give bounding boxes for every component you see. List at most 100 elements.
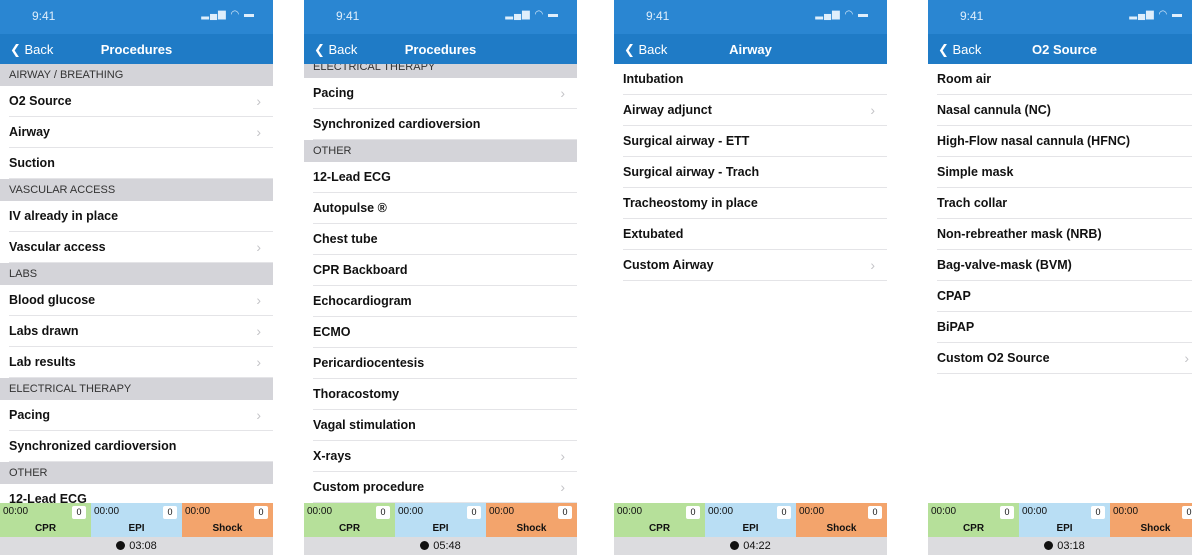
list-item-label: Simple mask — [937, 165, 1014, 179]
clock-icon — [116, 541, 126, 550]
cpr-label: CPR — [962, 523, 985, 534]
list-item-custom-o2-source[interactable]: Custom O2 Source › — [937, 343, 1192, 374]
counter-bar: 00:00 0 CPR 00:00 0 EPI 00:00 0 Shock — [614, 503, 887, 537]
page-title: Procedures — [404, 42, 477, 57]
cpr-label: CPR — [338, 523, 361, 534]
list-item-blood-glucose[interactable]: Blood glucose › — [9, 285, 273, 316]
epi-counter-button[interactable]: 00:00 0 EPI — [705, 503, 796, 537]
procedure-list: Room air Nasal cannula (NC) High-Flow nasa… — [928, 64, 1192, 503]
list-item-label: Synchronized cardioversion — [9, 439, 177, 453]
list-item-suction[interactable]: Suction — [9, 148, 273, 179]
epi-timer: 00:00 — [1022, 506, 1048, 517]
list-item-tracheostomy-in-place[interactable]: Tracheostomy in place — [623, 188, 887, 219]
list-item-lab-results[interactable]: Lab results › — [9, 347, 273, 378]
list-item-label: CPR Backboard — [313, 263, 408, 277]
list-item-cpr-backboard[interactable]: CPR Backboard — [313, 255, 577, 286]
elapsed-timer-bar: 04:22 — [614, 537, 887, 555]
list-item-intubation[interactable]: Intubation — [623, 64, 887, 95]
shock-counter-button[interactable]: 00:00 0 Shock — [1110, 503, 1192, 537]
list-item-vagal-stimulation[interactable]: Vagal stimulation — [313, 410, 577, 441]
list-item-iv-already-in-place[interactable]: IV already in place — [9, 201, 273, 232]
list-item-12-lead-ecg[interactable]: 12-Lead ECG — [313, 162, 577, 193]
status-time: 9:41 — [32, 9, 56, 23]
cpr-counter-button[interactable]: 00:00 0 CPR — [304, 503, 395, 537]
list-item-extubated[interactable]: Extubated — [623, 219, 887, 250]
list-item-airway[interactable]: Airway › — [9, 117, 273, 148]
epi-label: EPI — [128, 523, 145, 534]
elapsed-time: 03:18 — [1057, 540, 1085, 552]
phone-screen-procedures-2: 9:41 ▂▄▆ ◠ ▬ ❮ Back Procedures ELECTRICAL TH… — [304, 0, 577, 555]
list-item-label: Chest tube — [313, 232, 378, 246]
list-item-pericardiocentesis[interactable]: Pericardiocentesis — [313, 348, 577, 379]
shock-label: Shock — [826, 523, 857, 534]
section-header-vascular-access: VASCULAR ACCESS — [0, 179, 273, 201]
list-item-thoracostomy[interactable]: Thoracostomy — [313, 379, 577, 410]
list-item-vascular-access[interactable]: Vascular access › — [9, 232, 273, 263]
list-item-high-flow-nasal-cannula-hfnc[interactable]: High-Flow nasal cannula (HFNC) — [937, 126, 1192, 157]
shock-counter-button[interactable]: 00:00 0 Shock — [182, 503, 273, 537]
section-header-other: OTHER — [0, 462, 273, 484]
list-item-12-lead-ecg[interactable]: 12-Lead ECG — [9, 484, 273, 503]
list-item-pacing[interactable]: Pacing › — [313, 78, 577, 109]
list-item-autopulse[interactable]: Autopulse ® — [313, 193, 577, 224]
list-item-trach-collar[interactable]: Trach collar — [937, 188, 1192, 219]
list-item-surgical-airway-trach[interactable]: Surgical airway - Trach — [623, 157, 887, 188]
cpr-counter-button[interactable]: 00:00 0 CPR — [0, 503, 91, 537]
list-item-labs-drawn[interactable]: Labs drawn › — [9, 316, 273, 347]
list-item-synchronized-cardioversion[interactable]: Synchronized cardioversion — [9, 431, 273, 462]
list-item-custom-procedure[interactable]: Custom procedure › — [313, 472, 577, 503]
cpr-count-badge: 0 — [72, 506, 86, 519]
list-item-label: 12-Lead ECG — [313, 170, 391, 184]
list-item-room-air[interactable]: Room air — [937, 64, 1192, 95]
cpr-timer: 00:00 — [307, 506, 333, 517]
list-item-custom-airway[interactable]: Custom Airway › — [623, 250, 887, 281]
list-item-o2-source[interactable]: O2 Source › — [9, 86, 273, 117]
list-item-non-rebreather-mask-nrb[interactable]: Non-rebreather mask (NRB) — [937, 219, 1192, 250]
list-item-label: X-rays — [313, 449, 352, 463]
cpr-counter-button[interactable]: 00:00 0 CPR — [614, 503, 705, 537]
list-item-echocardiogram[interactable]: Echocardiogram — [313, 286, 577, 317]
nav-bar: ❮ Back O2 Source — [928, 34, 1192, 64]
epi-counter-button[interactable]: 00:00 0 EPI — [395, 503, 486, 537]
status-bar: 9:41 ▂▄▆ ◠ ▬ — [0, 0, 273, 34]
chevron-right-icon: › — [1184, 350, 1189, 366]
page-title: Procedures — [100, 42, 173, 57]
section-header-electrical-therapy: ELECTRICAL THERAPY — [0, 378, 273, 400]
list-item-chest-tube[interactable]: Chest tube — [313, 224, 577, 255]
list-item-synchronized-cardioversion[interactable]: Synchronized cardioversion — [313, 109, 577, 140]
status-bar: 9:41 ▂▄▆ ◠ ▬ — [614, 0, 887, 34]
cpr-counter-button[interactable]: 00:00 0 CPR — [928, 503, 1019, 537]
chevron-right-icon: › — [870, 102, 875, 118]
list-item-cpap[interactable]: CPAP — [937, 281, 1192, 312]
list-item-nasal-cannula-nc[interactable]: Nasal cannula (NC) — [937, 95, 1192, 126]
epi-counter-button[interactable]: 00:00 0 EPI — [91, 503, 182, 537]
list-item-label: High-Flow nasal cannula (HFNC) — [937, 134, 1131, 148]
page-title: Airway — [729, 42, 772, 57]
list-item-label: Non-rebreather mask (NRB) — [937, 227, 1102, 241]
epi-counter-button[interactable]: 00:00 0 EPI — [1019, 503, 1110, 537]
shock-counter-button[interactable]: 00:00 0 Shock — [486, 503, 577, 537]
list-item-simple-mask[interactable]: Simple mask — [937, 157, 1192, 188]
nav-bar: ❮ Back Procedures — [0, 34, 273, 64]
list-item-bag-valve-mask-bvm[interactable]: Bag-valve-mask (BVM) — [937, 250, 1192, 281]
nav-bar: ❮ Back Procedures — [304, 34, 577, 64]
chevron-right-icon: › — [256, 124, 261, 140]
chevron-right-icon: › — [256, 93, 261, 109]
elapsed-timer-bar: 05:48 — [304, 537, 577, 555]
list-item-label: Autopulse ® — [313, 201, 387, 215]
elapsed-time: 04:22 — [743, 540, 771, 552]
chevron-right-icon: › — [560, 448, 565, 464]
shock-counter-button[interactable]: 00:00 0 Shock — [796, 503, 887, 537]
list-item-x-rays[interactable]: X-rays › — [313, 441, 577, 472]
list-item-bipap[interactable]: BiPAP — [937, 312, 1192, 343]
status-time: 9:41 — [960, 9, 984, 23]
list-item-label: Surgical airway - ETT — [623, 134, 750, 148]
list-item-surgical-airway-ett[interactable]: Surgical airway - ETT — [623, 126, 887, 157]
section-header-airway-breathing: AIRWAY / BREATHING — [0, 64, 273, 86]
list-item-airway-adjunct[interactable]: Airway adjunct › — [623, 95, 887, 126]
list-item-ecmo[interactable]: ECMO — [313, 317, 577, 348]
list-item-label: Nasal cannula (NC) — [937, 103, 1051, 117]
list-item-pacing[interactable]: Pacing › — [9, 400, 273, 431]
list-item-label: Surgical airway - Trach — [623, 165, 760, 179]
list-item-label: Blood glucose — [9, 293, 96, 307]
